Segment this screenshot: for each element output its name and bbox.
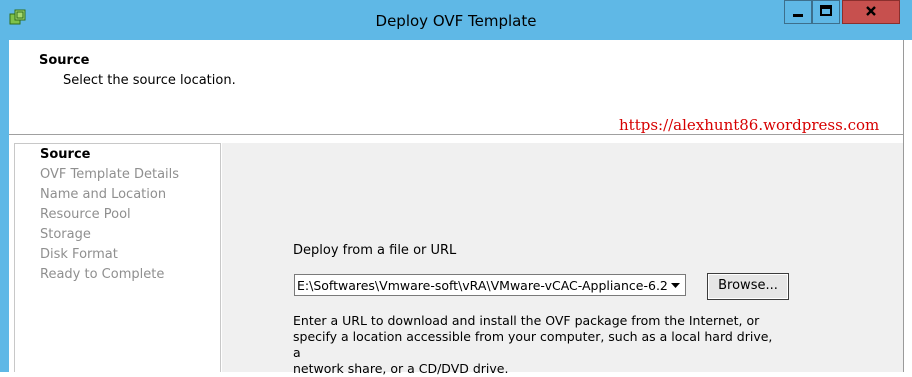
nav-step-ovf-template-details: OVF Template Details xyxy=(40,167,180,182)
chevron-down-icon xyxy=(671,278,680,292)
close-icon xyxy=(864,4,878,21)
nav-step-ready-to-complete: Ready to Complete xyxy=(40,267,165,282)
title-bar[interactable]: Deploy OVF Template xyxy=(0,0,912,40)
watermark-url: https://alexhunt86.wordpress.com xyxy=(619,116,880,134)
nav-step-resource-pool: Resource Pool xyxy=(40,207,131,222)
page-subtitle: Select the source location. xyxy=(63,73,236,88)
maximize-button[interactable] xyxy=(812,0,840,24)
nav-step-source[interactable]: Source xyxy=(40,147,90,162)
maximize-icon xyxy=(819,4,833,21)
right-scroll-edge xyxy=(903,40,912,372)
help-text-line: Enter a URL to download and install the … xyxy=(293,313,760,328)
deploy-ovf-window: Deploy OVF Template Source Select the so… xyxy=(0,0,912,376)
source-location-value[interactable]: E:\Softwares\Vmware-soft\vRA\VMware-vCAC… xyxy=(297,278,667,293)
help-text-line: specify a location accessible from your … xyxy=(293,329,773,360)
page-title: Source xyxy=(39,53,90,68)
nav-step-storage: Storage xyxy=(40,227,91,242)
help-text-line: network share, or a CD/DVD drive. xyxy=(293,361,509,376)
close-button[interactable] xyxy=(842,0,900,24)
source-help-text: Enter a URL to download and install the … xyxy=(293,313,783,377)
dropdown-arrow-button[interactable] xyxy=(667,276,684,294)
header-divider xyxy=(9,134,903,135)
wizard-content: Deploy from a file or URL E:\Softwares\V… xyxy=(222,143,903,376)
minimize-button[interactable] xyxy=(784,0,812,24)
browse-button[interactable]: Browse... xyxy=(707,273,789,300)
wizard-steps-nav: Source OVF Template Details Name and Loc… xyxy=(14,143,221,372)
minimize-icon xyxy=(791,4,805,21)
deploy-source-label: Deploy from a file or URL xyxy=(293,243,457,258)
source-location-combobox[interactable]: E:\Softwares\Vmware-soft\vRA\VMware-vCAC… xyxy=(294,274,686,296)
window-title: Deploy OVF Template xyxy=(375,12,537,30)
nav-step-disk-format: Disk Format xyxy=(40,247,118,262)
nav-step-name-and-location: Name and Location xyxy=(40,187,167,202)
